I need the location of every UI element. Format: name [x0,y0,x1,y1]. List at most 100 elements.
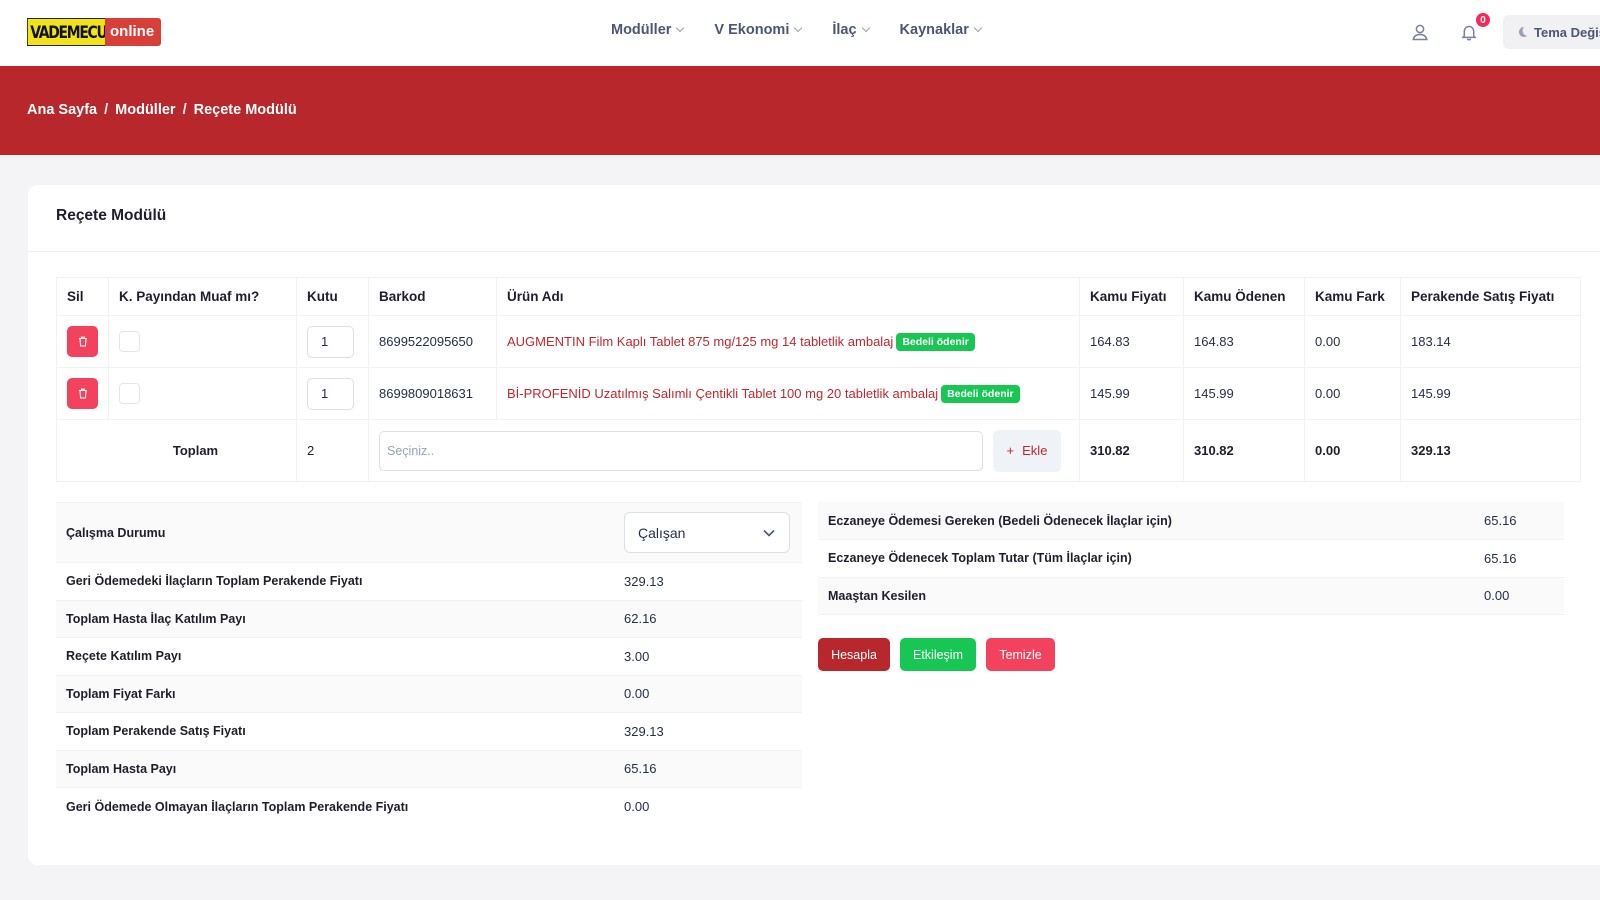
public-diff-cell: 0.00 [1304,315,1401,368]
delete-row-button[interactable] [67,326,98,357]
summary-label: Toplam Hasta Payı [56,749,616,788]
summary-row: Toplam Hasta İlaç Katılım Payı 62.16 [56,599,802,638]
work-status-select[interactable]: Çalışan [624,512,790,553]
work-status-label: Çalışma Durumu [56,502,616,563]
col-header-public-price: Kamu Fiyatı [1079,277,1184,316]
col-header-public-paid: Kamu Ödenen [1183,277,1305,316]
product-link[interactable]: AUGMENTIN Film Kaplı Tablet 875 mg/125 m… [507,334,893,349]
prescription-card: Reçete Modülü Sil K. Payından Muaf mı? K… [28,185,1600,865]
payment-value: 65.16 [1474,539,1564,578]
summary-panel: Çalışma Durumu Çalışan Geri Ödemedeki İl… [56,502,802,825]
reimbursed-badge: Bedeli ödenir [941,384,1020,403]
summary-row: Geri Ödemede Olmayan İlaçların Toplam Pe… [56,787,802,825]
user-icon[interactable] [1408,20,1432,44]
breadcrumb-separator: / [182,102,187,118]
add-product-cell: Seçiniz.. + Ekle [368,419,1080,482]
product-link[interactable]: Bİ-PROFENİD Uzatılmış Salımlı Çentikli T… [507,386,938,401]
summary-value: 3.00 [616,637,802,675]
col-header-barcode: Barkod [368,277,497,316]
breadcrumb-modules[interactable]: Modüller [115,102,175,118]
vademecum-logo[interactable]: VADEMECUM online [27,18,162,46]
table-row: 8699809018631 Bİ-PROFENİD Uzatılmış Salı… [56,367,1581,420]
card-title: Reçete Modülü [56,207,167,224]
chevron-down-icon [794,23,803,33]
add-product-button[interactable]: + Ekle [993,429,1061,472]
chevron-down-icon [763,529,775,537]
chevron-down-icon [861,23,870,33]
qty-input[interactable] [307,377,354,410]
payment-value: 65.16 [1474,502,1564,540]
product-search-select[interactable]: Seçiniz.. [379,430,983,471]
qty-input[interactable] [307,325,354,358]
public-price-cell: 145.99 [1079,367,1184,420]
retail-price-cell: 145.99 [1400,367,1581,420]
exempt-cell [108,367,297,420]
action-buttons: Hesapla Etkileşim Temizle [818,638,1055,671]
summary-row: Geri Ödemedeki İlaçların Toplam Perakend… [56,562,802,600]
exempt-checkbox[interactable] [119,383,140,404]
interaction-button[interactable]: Etkileşim [900,638,976,671]
payment-row: Eczaneye Ödemesi Gereken (Bedeli Ödenece… [818,502,1564,540]
delete-row-button[interactable] [67,378,98,409]
payment-row: Maaştan Kesilen 0.00 [818,577,1564,615]
payment-table: Eczaneye Ödemesi Gereken (Bedeli Ödenece… [818,502,1564,615]
delete-cell [56,315,109,368]
clear-button[interactable]: Temizle [986,638,1055,671]
total-public-price: 310.82 [1079,419,1184,482]
nav-ilac-label: İlaç [832,22,857,38]
summary-value: 62.16 [616,599,802,638]
total-public-paid: 310.82 [1183,419,1305,482]
logo-online-tag: online [105,18,162,46]
moon-icon [1519,27,1527,37]
total-qty: 2 [296,419,369,482]
payment-value: 0.00 [1474,577,1564,615]
breadcrumb-home[interactable]: Ana Sayfa [27,102,97,118]
public-paid-cell: 145.99 [1183,367,1305,420]
total-row: Toplam 2 Seçiniz.. + Ekle 310.82 310.82 0… [56,419,1581,482]
total-retail-price: 329.13 [1400,419,1581,482]
nav-moduller-label: Modüller [611,22,672,38]
trash-icon [78,336,87,347]
summary-row: Toplam Perakende Satış Fiyatı 329.13 [56,712,802,750]
add-product-label: Ekle [1022,443,1048,458]
col-header-product: Ürün Adı [496,277,1080,316]
chevron-down-icon [973,23,983,33]
trash-icon [78,388,87,399]
qty-cell [296,367,369,420]
prescription-table-wrapper: Sil K. Payından Muaf mı? Kutu Barkod Ürü… [56,277,1581,482]
product-cell: AUGMENTIN Film Kaplı Tablet 875 mg/125 m… [496,315,1080,368]
barcode-cell: 8699522095650 [368,315,497,368]
nav-kaynaklar[interactable]: Kaynaklar [900,22,983,38]
work-status-row: Çalışma Durumu Çalışan [56,502,802,563]
calculate-button[interactable]: Hesapla [818,638,890,671]
breadcrumb-current: Reçete Modülü [193,102,297,118]
table-header-row: Sil K. Payından Muaf mı? Kutu Barkod Ürü… [56,277,1581,316]
col-header-public-diff: Kamu Fark [1304,277,1401,316]
summary-value: 65.16 [616,749,802,788]
notification-count-badge: 0 [1474,11,1492,29]
summary-label: Toplam Perakende Satış Fiyatı [56,712,616,750]
total-public-diff: 0.00 [1304,419,1401,482]
summary-row: Toplam Hasta Payı 65.16 [56,749,802,788]
work-status-value: Çalışan [638,524,686,541]
delete-cell [56,367,109,420]
exempt-cell [108,315,297,368]
nav-v-ekonomi[interactable]: V Ekonomi [714,22,803,38]
logo-wordmark: VADEMECUM [27,18,120,46]
public-diff-cell: 0.00 [1304,367,1401,420]
summary-value: 329.13 [616,562,802,600]
public-paid-cell: 164.83 [1183,315,1305,368]
card-divider [28,251,1600,252]
qty-cell [296,315,369,368]
nav-ilac[interactable]: İlaç [832,22,870,38]
public-price-cell: 164.83 [1079,315,1184,368]
exempt-checkbox[interactable] [119,331,140,352]
plus-icon: + [1006,443,1015,458]
theme-toggle-button[interactable]: Tema Değiş [1503,15,1600,49]
breadcrumb-separator: / [104,102,109,118]
nav-moduller[interactable]: Modüller [611,22,685,38]
main-nav: Modüller V Ekonomi İlaç Kaynaklar [611,22,983,38]
summary-value: 329.13 [616,712,802,750]
col-header-retail-price: Perakende Satış Fiyatı [1400,277,1581,316]
table-row: 8699522095650 AUGMENTIN Film Kaplı Table… [56,315,1581,368]
